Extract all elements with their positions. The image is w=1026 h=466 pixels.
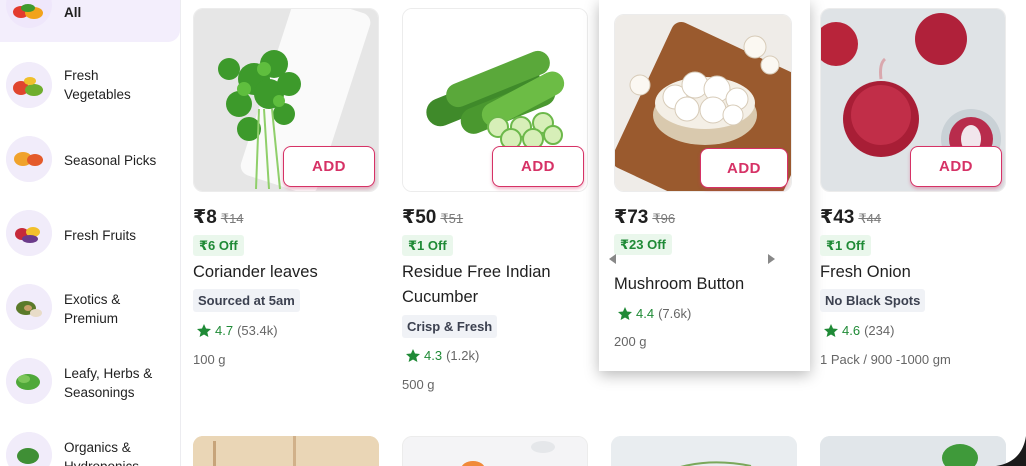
mrp-price: ₹96 [652, 211, 676, 226]
rating-score: 4.3 [424, 348, 443, 363]
product-card-hovered[interactable]: ADD ₹73 ₹96 ₹23 Off Mushroom Button 4.4 … [599, 0, 810, 371]
product-card[interactable]: ADD ₹43 ₹44 ₹1 Off Fresh Onion No Black … [820, 8, 1006, 378]
carousel-controls [609, 254, 779, 264]
product-tag: No Black Spots [820, 289, 926, 312]
product-name[interactable]: Coriander leaves [193, 260, 373, 285]
organics-thumbnail [6, 432, 52, 466]
product-tag: Sourced at 5am [193, 289, 300, 312]
rating-count: (7.6k) [658, 306, 692, 321]
star-icon [618, 307, 632, 320]
add-to-cart-button[interactable]: ADD [492, 146, 584, 187]
sidebar-item-fresh-fruits[interactable]: Fresh Fruits [0, 210, 180, 260]
product-image-next-row[interactable] [820, 436, 1006, 466]
star-icon [197, 324, 211, 337]
chevron-right-icon[interactable] [768, 254, 775, 264]
add-to-cart-button[interactable]: ADD [283, 146, 375, 187]
sidebar-item-leafy-herbs[interactable]: Leafy, Herbs & Seasonings [0, 358, 180, 408]
add-to-cart-button[interactable]: ADD [700, 148, 788, 188]
seasonal-picks-thumbnail [6, 136, 52, 182]
product-quantity: 200 g [614, 334, 647, 349]
discount-badge: ₹1 Off [402, 235, 453, 256]
sidebar-item-label: Exotics & Premium [64, 292, 121, 326]
product-quantity: 1 Pack / 900 -1000 gm [820, 352, 951, 367]
product-image-next-row[interactable] [402, 436, 588, 466]
add-to-cart-button[interactable]: ADD [910, 146, 1002, 187]
rating-count: (1.2k) [446, 348, 480, 363]
mrp-price: ₹14 [220, 211, 244, 226]
product-tag: Crisp & Fresh [402, 315, 498, 338]
product-quantity: 500 g [402, 377, 435, 392]
rating: 4.4 (7.6k) [618, 306, 691, 321]
star-icon [406, 349, 420, 362]
sidebar-item-exotics-premium[interactable]: Exotics & Premium [0, 284, 180, 334]
rating-score: 4.4 [636, 306, 655, 321]
chevron-left-icon[interactable] [609, 254, 616, 264]
sidebar-item-label: Leafy, Herbs & Seasonings [64, 366, 153, 400]
product-card[interactable]: ADD ₹8 ₹14 ₹6 Off Coriander leaves Sourc… [193, 8, 379, 378]
discount-badge: ₹23 Off [614, 234, 672, 255]
exotics-premium-thumbnail [6, 284, 52, 330]
sidebar-item-label: Fresh Fruits [64, 228, 137, 243]
leafy-herbs-thumbnail [6, 358, 52, 404]
product-name[interactable]: Mushroom Button [614, 272, 794, 297]
selling-price: ₹73 [614, 207, 649, 228]
fresh-fruits-thumbnail [6, 210, 52, 256]
selling-price: ₹8 [193, 207, 217, 228]
sidebar-item-label: Fresh Vegetables [64, 68, 131, 102]
price-row: ₹73 ₹96 [614, 206, 675, 229]
product-image-next-row[interactable] [193, 436, 379, 466]
mrp-price: ₹44 [858, 211, 882, 226]
discount-badge: ₹1 Off [820, 235, 871, 256]
rating: 4.7 (53.4k) [197, 323, 278, 338]
sidebar-item-label: Seasonal Picks [64, 153, 157, 168]
sidebar-item-all[interactable]: All [0, 0, 180, 42]
sidebar-item-fresh-vegetables[interactable]: Fresh Vegetables [0, 60, 180, 110]
sidebar-item-organics[interactable]: Organics & Hydroponics [0, 432, 180, 466]
rating-count: (234) [864, 323, 895, 338]
price-row: ₹50 ₹51 [402, 206, 463, 229]
price-row: ₹43 ₹44 [820, 206, 881, 229]
rating-score: 4.6 [842, 323, 861, 338]
fresh-vegetables-thumbnail [6, 62, 52, 108]
rating-count: (53.4k) [237, 323, 278, 338]
product-card[interactable]: ADD ₹50 ₹51 ₹1 Off Residue Free Indian C… [402, 8, 588, 392]
sidebar-item-seasonal-picks[interactable]: Seasonal Picks [0, 136, 180, 186]
selling-price: ₹50 [402, 207, 437, 228]
product-quantity: 100 g [193, 352, 226, 367]
price-row: ₹8 ₹14 [193, 206, 244, 229]
rating: 4.6 (234) [824, 323, 894, 338]
mrp-price: ₹51 [440, 211, 464, 226]
sidebar-item-label: Organics & Hydroponics [64, 440, 139, 466]
all-category-thumbnail [6, 0, 52, 28]
product-name[interactable]: Fresh Onion [820, 260, 1000, 285]
product-name[interactable]: Residue Free Indian Cucumber [402, 260, 582, 310]
product-image-next-row[interactable] [611, 436, 797, 466]
rating: 4.3 (1.2k) [406, 348, 479, 363]
sidebar-item-label: All [64, 5, 82, 20]
category-sidebar: All Fresh Vegetables Seasonal Picks Fres… [0, 0, 181, 466]
star-icon [824, 324, 838, 337]
selling-price: ₹43 [820, 207, 855, 228]
page-corner-decoration [996, 436, 1026, 466]
discount-badge: ₹6 Off [193, 235, 244, 256]
rating-score: 4.7 [215, 323, 234, 338]
